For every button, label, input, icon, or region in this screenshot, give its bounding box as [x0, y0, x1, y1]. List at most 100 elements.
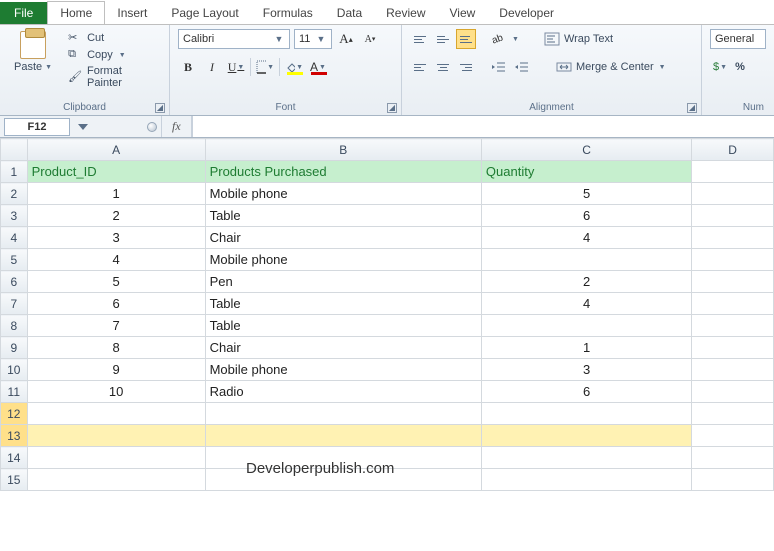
cell[interactable]: 2 [481, 271, 691, 293]
increase-indent-button[interactable] [511, 57, 531, 77]
cell[interactable] [692, 403, 774, 425]
align-left-button[interactable] [410, 57, 430, 77]
cell[interactable] [481, 249, 691, 271]
row-header[interactable]: 8 [1, 315, 28, 337]
cell[interactable]: 6 [27, 293, 205, 315]
cell[interactable] [692, 447, 774, 469]
fill-color-button[interactable]: ▼ [284, 57, 304, 77]
cell[interactable] [27, 425, 205, 447]
cell[interactable]: Pen [205, 271, 481, 293]
cell[interactable]: Radio [205, 381, 481, 403]
row-header[interactable]: 2 [1, 183, 28, 205]
row-header[interactable]: 14 [1, 447, 28, 469]
alignment-dialog-launcher[interactable]: ◢ [687, 103, 697, 113]
font-color-button[interactable]: A▼ [308, 57, 328, 77]
cell[interactable]: 1 [481, 337, 691, 359]
row-header[interactable]: 3 [1, 205, 28, 227]
decrease-indent-button[interactable] [488, 57, 508, 77]
cell[interactable]: 4 [27, 249, 205, 271]
cell[interactable] [692, 227, 774, 249]
cell[interactable] [692, 381, 774, 403]
bold-button[interactable]: B [178, 57, 198, 77]
tab-review[interactable]: Review [374, 2, 437, 24]
cell[interactable]: 9 [27, 359, 205, 381]
tab-data[interactable]: Data [325, 2, 374, 24]
cell[interactable] [481, 469, 691, 491]
accounting-format-button[interactable]: $▼ [710, 57, 730, 77]
cell[interactable] [692, 337, 774, 359]
cell[interactable]: 1 [27, 183, 205, 205]
font-dialog-launcher[interactable]: ◢ [387, 103, 397, 113]
fx-label[interactable]: fx [162, 116, 192, 137]
italic-button[interactable]: I [202, 57, 222, 77]
cell[interactable] [692, 249, 774, 271]
cell[interactable]: 5 [481, 183, 691, 205]
font-size-combo[interactable]: 11▼ [294, 29, 332, 49]
cell[interactable] [481, 447, 691, 469]
cell[interactable]: 10 [27, 381, 205, 403]
cell[interactable]: Chair [205, 337, 481, 359]
cell[interactable]: 4 [481, 227, 691, 249]
row-header[interactable]: 12 [1, 403, 28, 425]
cell[interactable]: Table [205, 293, 481, 315]
cell[interactable] [692, 469, 774, 491]
align-right-button[interactable] [456, 57, 476, 77]
cell[interactable]: 5 [27, 271, 205, 293]
cell[interactable] [27, 403, 205, 425]
formula-input[interactable] [192, 116, 774, 137]
percent-button[interactable]: % [733, 60, 747, 74]
cell[interactable]: Products Purchased [205, 161, 481, 183]
row-header[interactable]: 6 [1, 271, 28, 293]
cell[interactable] [205, 403, 481, 425]
row-header[interactable]: 5 [1, 249, 28, 271]
orientation-button[interactable]: ab [488, 29, 508, 49]
column-header-a[interactable]: A [27, 139, 205, 161]
column-header-d[interactable]: D [692, 139, 774, 161]
grow-font-button[interactable]: A▴ [336, 29, 356, 49]
row-header[interactable]: 1 [1, 161, 28, 183]
tab-page-layout[interactable]: Page Layout [159, 2, 250, 24]
align-center-button[interactable] [433, 57, 453, 77]
cell[interactable]: 2 [27, 205, 205, 227]
cell[interactable]: 8 [27, 337, 205, 359]
row-header[interactable]: 15 [1, 469, 28, 491]
tab-insert[interactable]: Insert [105, 2, 159, 24]
tab-formulas[interactable]: Formulas [251, 2, 325, 24]
cell[interactable] [692, 205, 774, 227]
align-middle-button[interactable] [433, 29, 453, 49]
cut-button[interactable]: ✂Cut [68, 31, 159, 45]
cell[interactable]: Mobile phone [205, 249, 481, 271]
row-header[interactable]: 9 [1, 337, 28, 359]
name-box[interactable]: F12 [4, 118, 70, 136]
row-header[interactable]: 4 [1, 227, 28, 249]
format-painter-button[interactable]: 🖌Format Painter [68, 65, 159, 89]
cell[interactable] [205, 425, 481, 447]
cell[interactable] [692, 293, 774, 315]
cell[interactable] [481, 425, 691, 447]
cell[interactable]: Chair [205, 227, 481, 249]
tab-file[interactable]: File [0, 2, 47, 24]
cell[interactable] [692, 271, 774, 293]
cell[interactable] [481, 403, 691, 425]
row-header[interactable]: 10 [1, 359, 28, 381]
align-top-button[interactable] [410, 29, 430, 49]
cell[interactable]: Mobile phone [205, 359, 481, 381]
cell[interactable]: Table [205, 205, 481, 227]
tab-view[interactable]: View [438, 2, 488, 24]
number-format-combo[interactable]: General [710, 29, 766, 49]
select-all-corner[interactable] [1, 139, 28, 161]
tab-home[interactable]: Home [47, 1, 105, 24]
name-box-dropdown[interactable] [78, 124, 88, 130]
align-bottom-button[interactable] [456, 29, 476, 49]
border-button[interactable]: ▼ [255, 57, 275, 77]
cell[interactable]: 7 [27, 315, 205, 337]
cell[interactable]: 3 [27, 227, 205, 249]
column-header-c[interactable]: C [481, 139, 691, 161]
cell[interactable]: 6 [481, 381, 691, 403]
tab-developer[interactable]: Developer [487, 2, 566, 24]
shrink-font-button[interactable]: A▾ [360, 29, 380, 49]
cell[interactable]: Product_ID [27, 161, 205, 183]
name-box-handle[interactable] [147, 122, 157, 132]
cell[interactable] [692, 425, 774, 447]
column-header-b[interactable]: B [205, 139, 481, 161]
